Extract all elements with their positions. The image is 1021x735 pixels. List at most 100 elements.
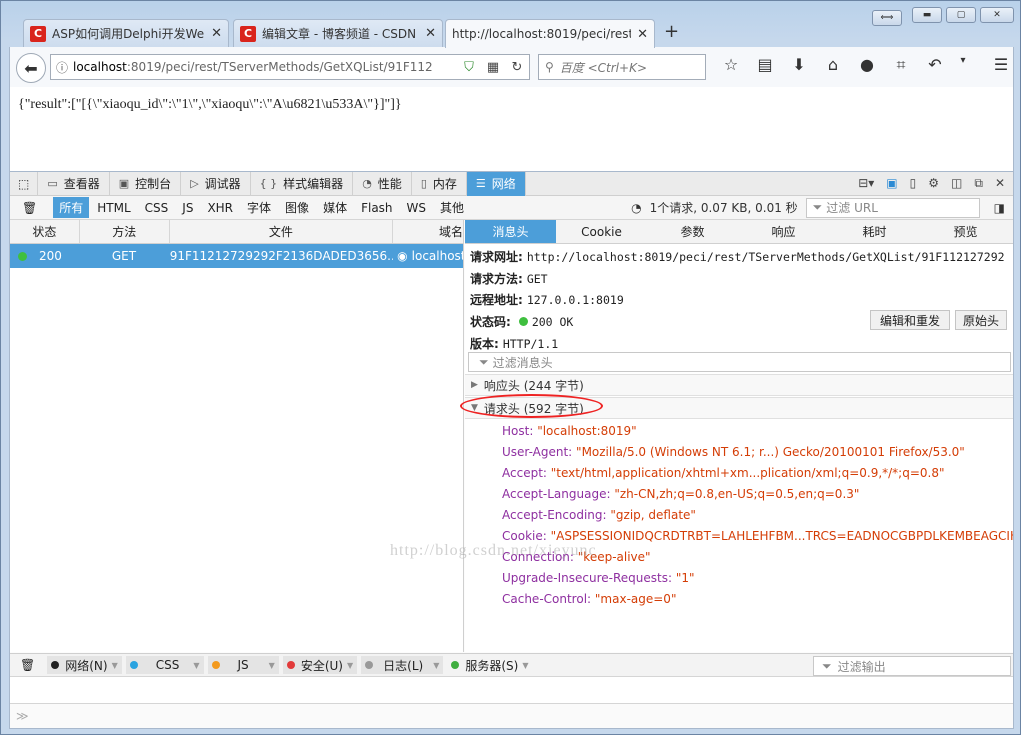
console-filter-server[interactable]: 服务器(S) ▼ bbox=[447, 656, 532, 674]
column-method[interactable]: 方法 bbox=[80, 220, 170, 243]
layout-icon[interactable]: ⊟▾ bbox=[858, 176, 874, 191]
settings-gear-icon[interactable]: ⚙ bbox=[928, 176, 939, 191]
tab-params[interactable]: 参数 bbox=[647, 220, 738, 243]
request-row[interactable]: 200 GET 91F11212729292F2136DADED3656... … bbox=[10, 244, 463, 268]
console-filter-label: 安全(U) bbox=[300, 658, 343, 673]
request-domain: localhost bbox=[411, 249, 463, 263]
response-headers-section[interactable]: ▶ 响应头 (244 字节) bbox=[465, 374, 1013, 396]
filter-css[interactable]: CSS bbox=[139, 199, 175, 217]
dropdown-icon[interactable]: ▾ bbox=[952, 55, 974, 75]
tab-style-editor[interactable]: { } 样式编辑器 bbox=[251, 171, 354, 196]
column-domain[interactable]: 域名 bbox=[393, 220, 463, 243]
tab-inspector[interactable]: ▭ 查看器 bbox=[38, 171, 110, 196]
request-method: GET bbox=[111, 249, 137, 263]
close-tab-icon[interactable]: ✕ bbox=[211, 26, 222, 41]
chat-icon[interactable]: ● bbox=[850, 55, 884, 75]
menu-icon[interactable]: ☰ bbox=[984, 55, 1018, 75]
info-icon[interactable]: ⓘ bbox=[51, 59, 73, 76]
dock-side-icon[interactable]: ◫ bbox=[951, 176, 962, 191]
braces-icon: { } bbox=[259, 177, 278, 190]
screenshot-icon[interactable]: ▯ bbox=[910, 176, 917, 191]
filter-media[interactable]: 媒体 bbox=[317, 197, 353, 218]
close-tab-icon[interactable]: ✕ bbox=[425, 26, 436, 41]
tab-localhost[interactable]: http://localhost:8019/peci/rest ✕ bbox=[445, 19, 655, 48]
header-key: User-Agent: bbox=[502, 445, 573, 459]
console-filter-logging[interactable]: 日志(L) ▼ bbox=[361, 656, 444, 674]
tab-memory[interactable]: ▯ 内存 bbox=[412, 171, 467, 196]
header-filter-input[interactable]: ⏷ 过滤消息头 bbox=[468, 352, 1011, 372]
tab-console[interactable]: ▣ 控制台 bbox=[110, 171, 182, 196]
back-arrow-icon: ⬅ bbox=[24, 58, 38, 78]
console-filter-security[interactable]: 安全(U) ▼ bbox=[282, 656, 358, 674]
search-box[interactable]: ⚲ 百度 <Ctrl+K> bbox=[538, 54, 706, 80]
console-filter-label: 服务器(S) bbox=[465, 658, 519, 673]
trash-icon[interactable]: 🗑 bbox=[16, 199, 43, 217]
performance-analysis-icon[interactable]: ◔ bbox=[631, 201, 641, 215]
console-filter-label: 日志(L) bbox=[383, 658, 424, 673]
highlight-circle bbox=[460, 394, 603, 418]
console-filter-js[interactable]: JS ▼ bbox=[207, 656, 279, 674]
memory-icon: ▯ bbox=[420, 177, 427, 190]
filter-fonts[interactable]: 字体 bbox=[241, 197, 277, 218]
tab-asp-delphi[interactable]: C ASP如何调用Delphi开发We ✕ bbox=[23, 19, 229, 47]
version-row: 版本: HTTP/1.1 bbox=[470, 335, 558, 352]
back-button[interactable]: ⬅ bbox=[16, 53, 46, 83]
request-list-header: 状态 方法 文件 域名 bbox=[10, 220, 463, 244]
filter-other[interactable]: 其他 bbox=[434, 197, 470, 218]
tab-edit-article[interactable]: C 编辑文章 - 博客频道 - CSDN ✕ bbox=[233, 19, 443, 47]
tab-response[interactable]: 响应 bbox=[738, 220, 829, 243]
tab-performance[interactable]: ◔ 性能 bbox=[353, 171, 412, 196]
undo-icon[interactable]: ↶ bbox=[918, 55, 952, 75]
responsive-icon[interactable]: ▣ bbox=[886, 176, 897, 191]
filter-flash[interactable]: Flash bbox=[355, 199, 398, 217]
address-text[interactable]: localhost:8019/peci/rest/TServerMethods/… bbox=[73, 60, 457, 74]
console-prompt-icon: ≫ bbox=[16, 709, 29, 723]
raw-headers-button[interactable]: 原始头 bbox=[955, 310, 1007, 330]
toggle-sidebar-icon[interactable]: ◨ bbox=[994, 201, 1005, 215]
close-devtools-icon[interactable]: ✕ bbox=[995, 176, 1005, 191]
devtools-toolbar: ⬚ ▭ 查看器 ▣ 控制台 ▷ 调试器 { } 样式编辑器 ◔ 性能 ▯ 内存 ☰ 网络 ⊟▾… bbox=[10, 171, 1013, 196]
home-icon[interactable]: ⌂ bbox=[816, 55, 850, 75]
reload-icon[interactable]: ↻ bbox=[505, 60, 529, 75]
crop-icon[interactable]: ⌗ bbox=[884, 55, 918, 75]
tab-cookie[interactable]: Cookie bbox=[556, 220, 647, 243]
filter-js[interactable]: JS bbox=[176, 199, 199, 217]
filter-images[interactable]: 图像 bbox=[279, 197, 315, 218]
console-filter-css[interactable]: CSS ▼ bbox=[125, 656, 204, 674]
column-status[interactable]: 状态 bbox=[10, 220, 80, 243]
devtools-panel: ⬚ ▭ 查看器 ▣ 控制台 ▷ 调试器 { } 样式编辑器 ◔ 性能 ▯ 内存 ☰ 网络 ⊟▾… bbox=[9, 171, 1014, 729]
reading-list-icon[interactable]: ▤ bbox=[748, 55, 782, 75]
tab-timings[interactable]: 耗时 bbox=[829, 220, 920, 243]
tab-strip: C ASP如何调用Delphi开发We ✕ C 编辑文章 - 博客频道 - CS… bbox=[9, 19, 1014, 48]
filter-all[interactable]: 所有 bbox=[53, 197, 90, 218]
qr-code-icon[interactable]: ▦ bbox=[481, 60, 505, 75]
filter-xhr[interactable]: XHR bbox=[201, 199, 239, 217]
new-tab-button[interactable]: + bbox=[664, 21, 679, 42]
close-tab-icon[interactable]: ✕ bbox=[637, 27, 648, 42]
console-filter-network[interactable]: 网络(N) ▼ bbox=[47, 656, 122, 674]
filter-html[interactable]: HTML bbox=[91, 199, 136, 217]
console-filter-label: CSS bbox=[155, 658, 180, 672]
request-list: 状态 方法 文件 域名 200 GET 91F11212729292F2136D… bbox=[10, 220, 464, 652]
tab-debugger[interactable]: ▷ 调试器 bbox=[181, 171, 251, 196]
trash-icon[interactable]: 🗑 bbox=[20, 658, 35, 672]
address-bar[interactable]: ⓘ localhost:8019/peci/rest/TServerMethod… bbox=[50, 54, 530, 80]
url-filter-input[interactable]: ⏷ 过滤 URL bbox=[805, 197, 980, 218]
separate-window-icon[interactable]: ⧉ bbox=[974, 176, 983, 191]
output-filter-input[interactable]: ⏷ 过滤输出 bbox=[813, 656, 1011, 676]
download-icon[interactable]: ⬇ bbox=[782, 55, 816, 75]
tab-preview[interactable]: 预览 bbox=[920, 220, 1011, 243]
console-input[interactable]: ≫ bbox=[10, 703, 1013, 728]
edit-resend-button[interactable]: 编辑和重发 bbox=[870, 310, 950, 330]
request-method-label: 请求方法: bbox=[470, 272, 523, 286]
header-key: Accept-Encoding: bbox=[502, 508, 607, 522]
tab-headers[interactable]: 消息头 bbox=[465, 220, 556, 243]
shield-icon[interactable]: ⛉ bbox=[457, 60, 481, 75]
console-output bbox=[10, 677, 1013, 703]
bookmark-star-icon[interactable]: ☆ bbox=[714, 55, 748, 75]
tab-network[interactable]: ☰ 网络 bbox=[466, 171, 526, 196]
filter-ws[interactable]: WS bbox=[401, 199, 432, 217]
column-file[interactable]: 文件 bbox=[170, 220, 394, 243]
request-details: 消息头 Cookie 参数 响应 耗时 预览 请求网址: http://local… bbox=[460, 220, 1013, 652]
pick-element-icon[interactable]: ⬚ bbox=[10, 171, 39, 196]
